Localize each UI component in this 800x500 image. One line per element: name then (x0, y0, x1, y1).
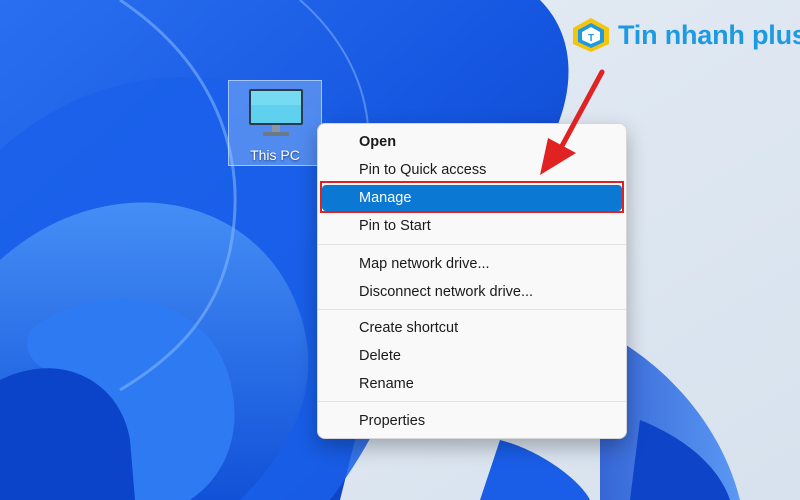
desktop-icon-label: This PC (250, 147, 300, 163)
menu-item-map-network-drive[interactable]: Map network drive... (322, 251, 622, 277)
menu-separator (318, 401, 626, 402)
context-menu: Open Pin to Quick access Manage Pin to S… (317, 123, 627, 439)
menu-item-disconnect-network-drive[interactable]: Disconnect network drive... (322, 279, 622, 305)
annotation-highlight-box (320, 181, 624, 213)
menu-item-properties[interactable]: Properties (322, 408, 622, 434)
desktop-icon-this-pc[interactable]: This PC (228, 80, 322, 166)
menu-item-pin-to-start[interactable]: Pin to Start (322, 213, 622, 239)
menu-separator (318, 244, 626, 245)
brand-logo-icon: T (573, 18, 609, 52)
monitor-icon (249, 89, 303, 136)
brand-name: Tin nhanh plus (618, 20, 800, 50)
menu-separator (318, 309, 626, 310)
menu-item-open[interactable]: Open (322, 129, 622, 155)
desktop: This PC T Tin nhanh plus Open Pin to Qui… (0, 0, 800, 500)
menu-item-create-shortcut[interactable]: Create shortcut (322, 315, 622, 341)
menu-item-delete[interactable]: Delete (322, 343, 622, 369)
menu-item-rename[interactable]: Rename (322, 371, 622, 397)
menu-item-pin-quick-access[interactable]: Pin to Quick access (322, 157, 622, 183)
brand-logo-letter: T (588, 33, 594, 44)
